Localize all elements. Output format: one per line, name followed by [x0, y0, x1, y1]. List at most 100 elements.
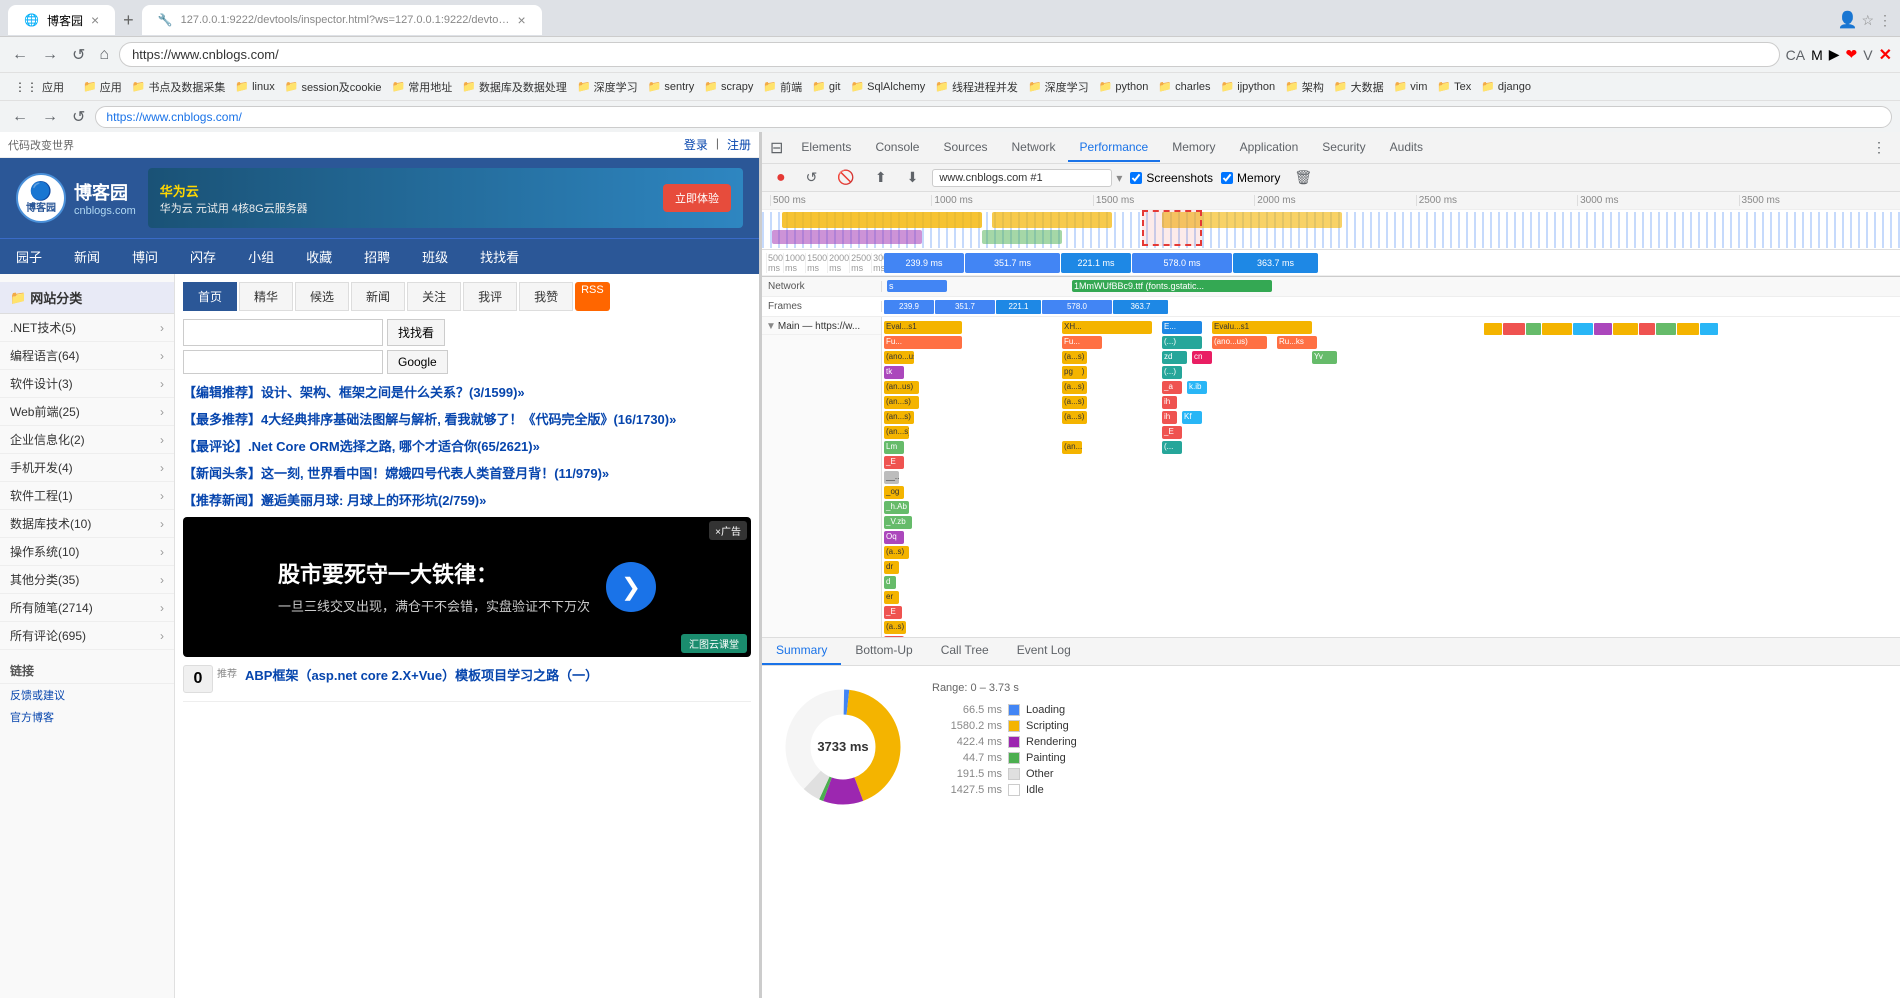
content-tab-首页[interactable]: 首页 [183, 282, 237, 311]
abp-post-title[interactable]: ABP框架（asp.net core 2.X+Vue）模板项目学习之路（一） [245, 665, 751, 684]
login-link[interactable]: 登录 [684, 136, 708, 153]
second-forward-button[interactable]: → [38, 104, 62, 130]
nav-item-收藏[interactable]: 收藏 [290, 239, 348, 274]
bookmark-item-8[interactable]: 📁scrapy [699, 78, 758, 95]
bookmark-item-2[interactable]: 📁linux [230, 78, 279, 95]
bookmark-apps[interactable]: ⋮⋮ 应用 [8, 77, 70, 97]
search-input-2[interactable] [183, 350, 383, 374]
close-ad-btn[interactable]: ×广告 [709, 521, 747, 540]
back-button[interactable]: ← [8, 42, 32, 68]
content-tab-我赞[interactable]: 我赞 [519, 282, 573, 311]
browser-tab[interactable]: 🌐 博客园 × [8, 5, 115, 35]
second-back-button[interactable]: ← [8, 104, 32, 130]
cloud-course-btn[interactable]: 汇图云课堂 [681, 634, 747, 653]
nav-item-园子[interactable]: 园子 [0, 239, 58, 274]
reload-record-button[interactable]: ↺ [800, 167, 824, 188]
sidebar-item-1[interactable]: 编程语言(64)› [0, 342, 174, 370]
devtools-tab-memory[interactable]: Memory [1160, 134, 1227, 162]
upload-button[interactable]: ⬆ [869, 167, 893, 188]
bookmark-item-7[interactable]: 📁sentry [643, 78, 700, 95]
register-link[interactable]: 注册 [727, 136, 751, 153]
second-address-bar[interactable] [95, 106, 1892, 128]
tab-eventlog[interactable]: Event Log [1003, 638, 1085, 665]
bookmark-star-icon[interactable]: ☆ [1861, 12, 1874, 29]
devtools-tab-security[interactable]: Security [1310, 134, 1377, 162]
bookmark-item-20[interactable]: 📁Tex [1432, 78, 1476, 95]
bookmark-item-6[interactable]: 📁深度学习 [572, 77, 643, 97]
content-tab-新闻[interactable]: 新闻 [351, 282, 405, 311]
devtools-tab-performance[interactable]: Performance [1068, 134, 1161, 162]
url-input[interactable]: www.cnblogs.com #1 [932, 169, 1112, 187]
post-title-4[interactable]: 【新闻头条】这一刻, 世界看中国！嫦娥四号代表人类首登月背！(11/979)» [183, 463, 751, 482]
bookmark-item-16[interactable]: 📁ijpython [1216, 78, 1281, 95]
sidebar-item-5[interactable]: 手机开发(4)› [0, 454, 174, 482]
download-button[interactable]: ⬇ [901, 167, 925, 188]
nav-item-找找看[interactable]: 找找看 [464, 239, 535, 274]
sidebar-item-2[interactable]: 软件设计(3)› [0, 370, 174, 398]
search-btn-1[interactable]: 找找看 [387, 319, 445, 346]
content-tab-精华[interactable]: 精华 [239, 282, 293, 311]
second-reload-button[interactable]: ↺ [68, 103, 89, 131]
bookmark-item-1[interactable]: 📁书点及数据采集 [127, 77, 231, 97]
forward-button[interactable]: → [38, 42, 62, 68]
content-tab-关注[interactable]: 关注 [407, 282, 461, 311]
sidebar-item-8[interactable]: 操作系统(10)› [0, 538, 174, 566]
reload-button[interactable]: ↺ [68, 41, 89, 69]
bookmark-item-13[interactable]: 📁深度学习 [1023, 77, 1094, 97]
url-dropdown-icon[interactable]: ▾ [1116, 171, 1122, 185]
devtools-tab-sources[interactable]: Sources [931, 134, 999, 162]
bookmark-item-18[interactable]: 📁大数据 [1329, 77, 1389, 97]
bookmark-item-10[interactable]: 📁git [807, 78, 845, 95]
devtools-tab-console[interactable]: Console [863, 134, 931, 162]
rss-badge[interactable]: RSS [575, 282, 610, 311]
devtools-tab-elements[interactable]: Elements [789, 134, 863, 162]
bookmark-item-21[interactable]: 📁django [1476, 78, 1536, 95]
new-tab-button[interactable]: + [119, 10, 138, 31]
bookmark-item-17[interactable]: 📁架构 [1280, 77, 1329, 97]
bookmark-item-5[interactable]: 📁数据库及数据处理 [457, 77, 572, 97]
clear-button[interactable]: 🚫 [831, 167, 860, 188]
home-button[interactable]: ⌂ [95, 42, 113, 68]
post-title-1[interactable]: 【编辑推荐】设计、架构、框架之间是什么关系？(3/1599)» [183, 382, 751, 401]
nav-item-新闻[interactable]: 新闻 [58, 239, 116, 274]
sidebar-item-6[interactable]: 软件工程(1)› [0, 482, 174, 510]
trash-button[interactable]: 🗑 [1288, 167, 1318, 188]
sidebar-item-11[interactable]: 所有评论(695)› [0, 622, 174, 650]
ad-play-btn[interactable]: ❯ [606, 562, 656, 612]
sidebar-item-3[interactable]: Web前端(25)› [0, 398, 174, 426]
bookmark-item-14[interactable]: 📁python [1094, 78, 1154, 95]
devtools-tab-close[interactable]: × [517, 12, 525, 28]
devtools-tab[interactable]: 🔧 127.0.0.1:9222/devtools/inspector.html… [142, 5, 542, 35]
tab-summary[interactable]: Summary [762, 638, 841, 665]
sidebar-item-4[interactable]: 企业信息化(2)› [0, 426, 174, 454]
screenshots-checkbox[interactable] [1130, 172, 1142, 184]
tab-bottomup[interactable]: Bottom-Up [841, 638, 926, 665]
sidebar-item-9[interactable]: 其他分类(35)› [0, 566, 174, 594]
sidebar-item-0[interactable]: .NET技术(5)› [0, 314, 174, 342]
bookmark-item-15[interactable]: 📁charles [1153, 78, 1215, 95]
bookmark-item-12[interactable]: 📁线程进程并发 [930, 77, 1023, 97]
search-btn-2[interactable]: Google [387, 350, 448, 374]
nav-item-班级[interactable]: 班级 [406, 239, 464, 274]
sidebar-item-10[interactable]: 所有随笔(2714)› [0, 594, 174, 622]
nav-item-招聘[interactable]: 招聘 [348, 239, 406, 274]
memory-checkbox[interactable] [1221, 172, 1233, 184]
settings-icon[interactable]: ⋮ [1878, 12, 1892, 29]
bookmark-item-4[interactable]: 📁常用地址 [387, 77, 458, 97]
sidebar-item-7[interactable]: 数据库技术(10)› [0, 510, 174, 538]
content-tab-候选[interactable]: 候选 [295, 282, 349, 311]
bookmark-item-11[interactable]: 📁SqlAlchemy [845, 78, 930, 95]
tab-close-button[interactable]: × [91, 12, 99, 28]
devtools-tab-application[interactable]: Application [1228, 134, 1311, 162]
nav-item-闪存[interactable]: 闪存 [174, 239, 232, 274]
bookmark-item-9[interactable]: 📁前端 [758, 77, 807, 97]
address-bar[interactable] [119, 42, 1780, 67]
tab-calltree[interactable]: Call Tree [927, 638, 1003, 665]
sidebar-link-1[interactable]: 官方博客 [0, 706, 174, 728]
bookmark-item-3[interactable]: 📁session及cookie [280, 77, 387, 97]
devtools-dots-menu[interactable]: ⋮ [1866, 137, 1892, 158]
devtools-dock-icon[interactable]: ⊟ [770, 138, 783, 158]
sidebar-link-0[interactable]: 反馈或建议 [0, 684, 174, 706]
content-tab-我评[interactable]: 我评 [463, 282, 517, 311]
bookmark-item-0[interactable]: 📁应用 [78, 77, 127, 97]
